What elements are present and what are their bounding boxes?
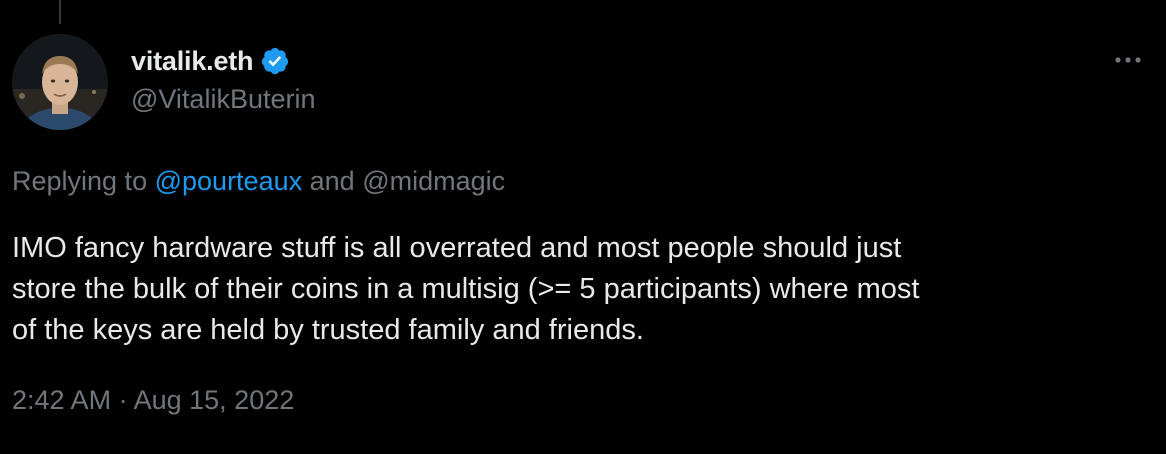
tweet-date[interactable]: Aug 15, 2022 (134, 385, 295, 415)
tweet-body: IMO fancy hardware stuff is all overrate… (12, 228, 1152, 351)
avatar[interactable] (12, 34, 108, 130)
avatar-photo (12, 34, 108, 130)
author-display-name[interactable]: vitalik.eth (131, 46, 254, 77)
replying-to-joiner: and (309, 166, 355, 196)
timestamp-separator: · (118, 385, 128, 415)
tweet-timestamp[interactable]: 2:42 AM · Aug 15, 2022 (12, 385, 294, 416)
mention-midmagic[interactable]: @midmagic (362, 166, 505, 196)
tweet-text-line: of the keys are held by trusted family a… (12, 314, 644, 346)
author-handle[interactable]: @VitalikButerin (131, 84, 316, 115)
tweet-text-line: IMO fancy hardware stuff is all overrate… (12, 232, 902, 264)
replying-to-line: Replying to @pourteaux and @midmagic (12, 166, 505, 197)
tweet-time[interactable]: 2:42 AM (12, 385, 111, 415)
verified-badge-icon (260, 46, 290, 76)
tweet-text-line: store the bulk of their coins in a multi… (12, 273, 920, 305)
author-name-row: vitalik.eth (131, 42, 290, 80)
more-horizontal-icon[interactable] (1112, 50, 1144, 70)
replying-to-label: Replying to (12, 166, 148, 196)
thread-connector-line (59, 0, 61, 24)
mention-link-pourteaux[interactable]: @pourteaux (155, 166, 303, 196)
